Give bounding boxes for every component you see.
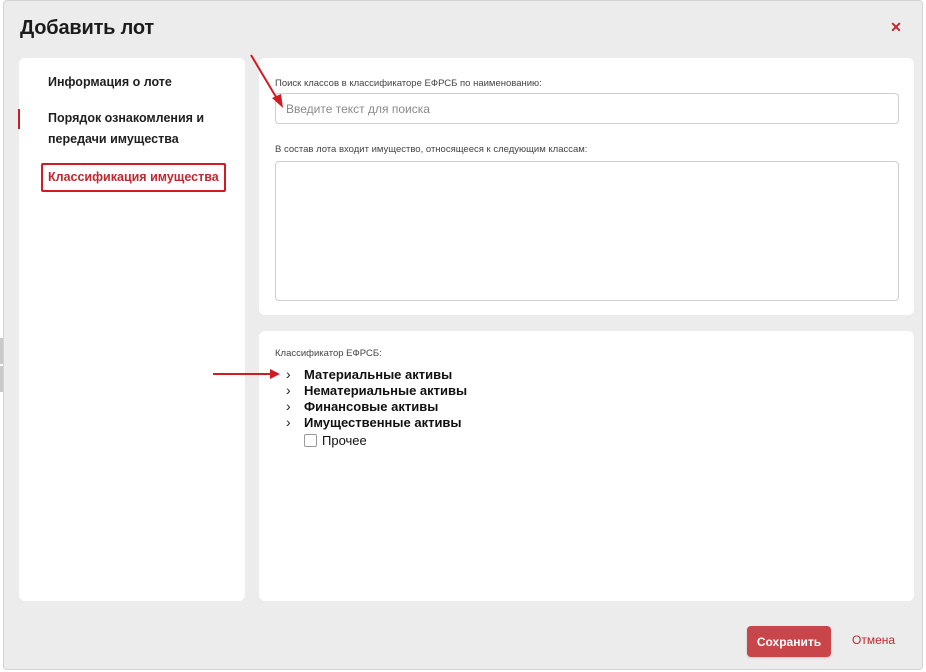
tree-node-label[interactable]: Имущественные активы bbox=[304, 415, 462, 430]
search-label: Поиск классов в классификаторе ЕФРСБ по … bbox=[275, 78, 542, 89]
close-icon[interactable]: ✕ bbox=[888, 19, 904, 35]
tree-node-label[interactable]: Финансовые активы bbox=[304, 399, 438, 414]
checkbox[interactable] bbox=[304, 433, 317, 447]
cancel-button[interactable]: Отмена bbox=[852, 633, 895, 647]
save-button[interactable]: Сохранить bbox=[747, 626, 831, 657]
selected-classes-label: В состав лота входит имущество, относяще… bbox=[275, 144, 588, 155]
modal-title: Добавить лот bbox=[20, 17, 154, 39]
chevron-right-icon[interactable]: › bbox=[286, 414, 304, 430]
chevron-right-icon[interactable]: › bbox=[286, 382, 304, 398]
sidebar-item-inspection-order[interactable]: Порядок ознакомления и передачи имуществ… bbox=[48, 108, 218, 150]
sidebar-item-property-classification[interactable]: Классификация имущества bbox=[41, 163, 226, 192]
search-input[interactable] bbox=[275, 93, 899, 124]
tree-node-label[interactable]: Нематериальные активы bbox=[304, 383, 467, 398]
tree-leaf-label[interactable]: Прочее bbox=[322, 433, 367, 448]
tree-leaf[interactable]: Прочее bbox=[286, 432, 467, 448]
classifier-label: Классификатор ЕФРСБ: bbox=[275, 348, 382, 359]
selected-classes-box[interactable] bbox=[275, 161, 899, 301]
sidebar: Информация о лоте Порядок ознакомления и… bbox=[19, 58, 245, 601]
tree-node[interactable]: › Финансовые активы bbox=[286, 398, 467, 414]
classifier-tree: › Материальные активы › Нематериальные а… bbox=[286, 366, 467, 448]
search-panel: Поиск классов в классификаторе ЕФРСБ по … bbox=[259, 58, 914, 315]
tree-node[interactable]: › Имущественные активы bbox=[286, 414, 467, 430]
tree-node[interactable]: › Материальные активы bbox=[286, 366, 467, 382]
classifier-panel: Классификатор ЕФРСБ: › Материальные акти… bbox=[259, 331, 914, 601]
add-lot-modal: Добавить лот ✕ Информация о лоте Порядок… bbox=[3, 0, 923, 670]
chevron-right-icon[interactable]: › bbox=[286, 366, 304, 382]
tree-node-label[interactable]: Материальные активы bbox=[304, 367, 452, 382]
active-indicator bbox=[18, 109, 20, 129]
chevron-right-icon[interactable]: › bbox=[286, 398, 304, 414]
sidebar-item-lot-info[interactable]: Информация о лоте bbox=[48, 72, 172, 93]
tree-node[interactable]: › Нематериальные активы bbox=[286, 382, 467, 398]
